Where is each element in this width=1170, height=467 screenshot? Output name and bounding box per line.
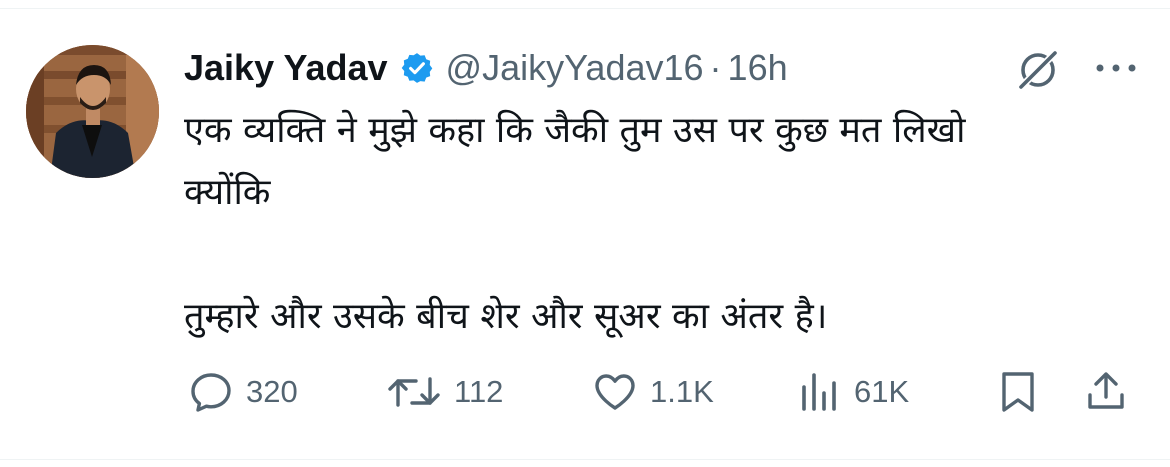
heart-icon [595,374,635,410]
bottom-divider [0,459,1170,460]
author-handle[interactable]: @JaikyYadav16 [446,47,704,89]
retweet-count: 112 [454,374,504,409]
separator-dot: · [709,47,722,88]
verified-badge-icon [400,51,434,85]
reply-button[interactable]: 320 [188,367,298,417]
bookmark-button[interactable] [998,367,1038,417]
share-icon [1088,372,1124,409]
views-button[interactable]: 61K [796,367,909,417]
more-icon[interactable] [1092,56,1140,80]
like-button[interactable]: 1.1K [592,367,714,417]
retweet-button[interactable]: 112 [386,367,503,417]
author-name[interactable]: Jaiky Yadav [184,47,388,89]
reply-count: 320 [246,374,298,409]
like-count: 1.1K [650,374,714,409]
top-divider [0,8,1170,9]
tweet-text: एक व्यक्ति ने मुझे कहा कि जैकी तुम उस पर… [184,110,966,337]
tweet-timestamp[interactable]: 16h [728,47,788,89]
avatar[interactable] [26,45,159,178]
reply-icon [191,373,231,412]
grok-icon[interactable] [1015,46,1061,92]
retweet-icon [388,377,440,407]
tweet-header: Jaiky Yadav @JaikyYadav16 · 16h [184,40,788,96]
views-count: 61K [854,374,910,409]
bookmark-icon [1002,372,1034,412]
share-button[interactable] [1083,367,1129,417]
views-icon [802,373,836,411]
